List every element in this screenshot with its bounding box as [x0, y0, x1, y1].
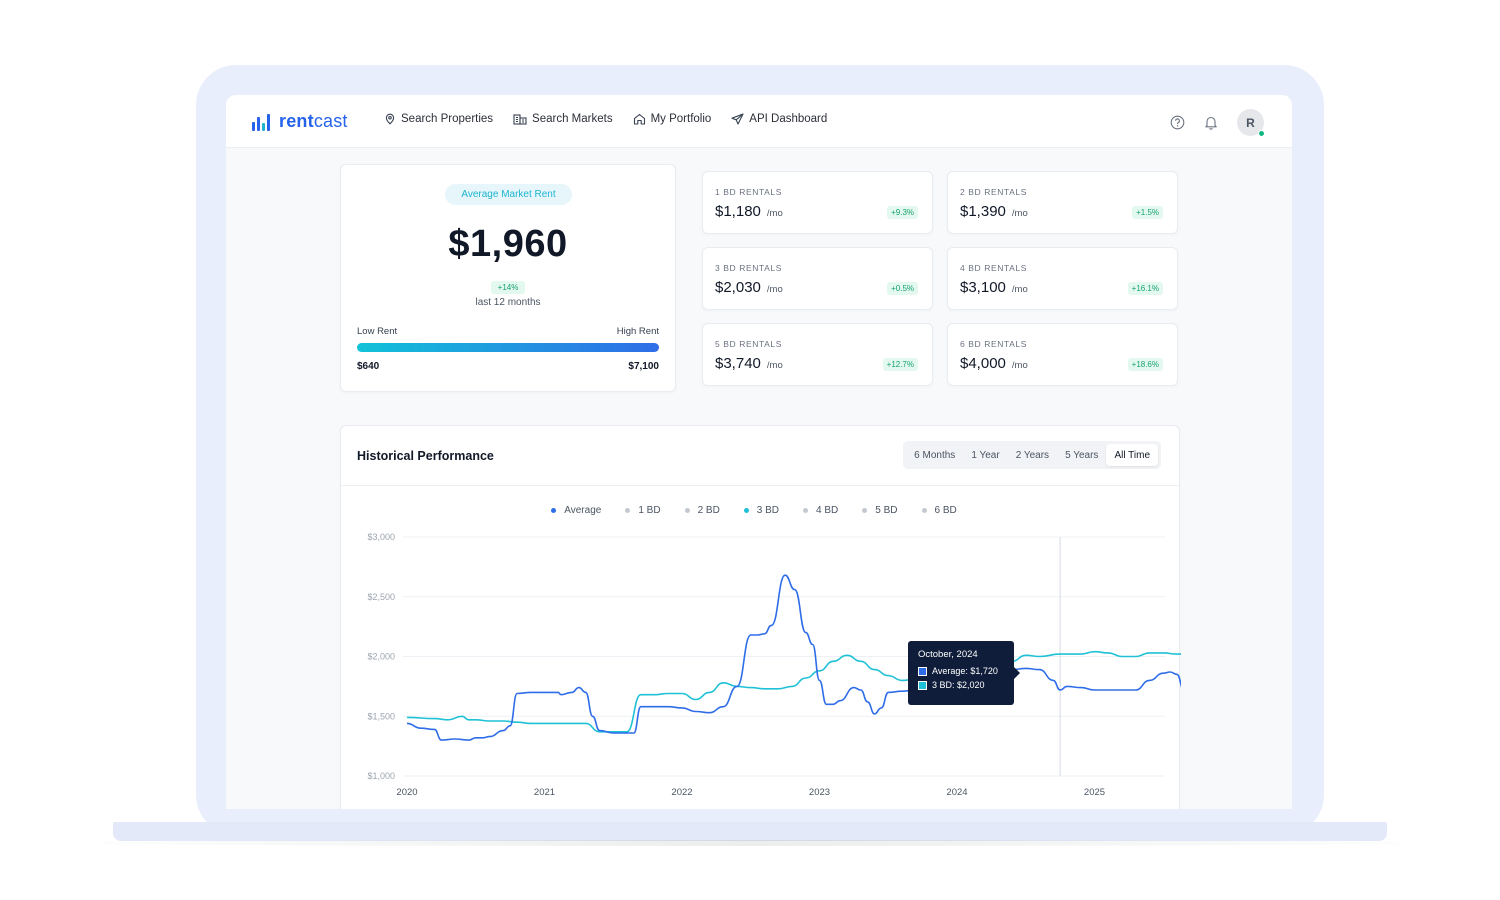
rentcast-logo[interactable]: rentcast: [252, 111, 348, 132]
average-rent-card: Average Market Rent $1,960 +14% last 12 …: [340, 164, 676, 392]
historical-performance-card: Historical Performance 6 Months 1 Year 2…: [340, 425, 1181, 809]
bedroom-value: $3,100/mo: [960, 279, 1028, 296]
user-avatar[interactable]: R: [1237, 109, 1265, 137]
top-right-actions: R: [1169, 109, 1265, 137]
bedroom-card-4bd[interactable]: 4 BD RENTALS $3,100/mo +16.1%: [947, 247, 1178, 310]
high-rent-label: High Rent: [616, 326, 659, 337]
notifications-button[interactable]: [1203, 115, 1219, 131]
tooltip-row-label: Average: $1,720: [932, 666, 998, 676]
bedroom-change-badge: +0.5%: [887, 282, 918, 295]
x-tick-label: 2021: [534, 787, 555, 798]
x-tick-label: 2020: [396, 787, 417, 798]
bedroom-label: 4 BD RENTALS: [960, 263, 1028, 273]
tooltip-swatch: [918, 666, 927, 676]
bedroom-change-badge: +12.7%: [882, 358, 918, 371]
bedroom-value: $2,030/mo: [715, 279, 783, 296]
average-rent-value: $1,960: [448, 223, 568, 265]
avatar-initial: R: [1246, 115, 1255, 130]
chart-tooltip: October, 2024 Average: $1,720 3 BD: $2,0…: [908, 641, 1020, 705]
online-status-dot: [1258, 130, 1265, 137]
top-navigation-bar: rentcast Search Properties Search Market…: [226, 95, 1292, 148]
bars-logo-icon: [252, 113, 270, 131]
y-tick-label: $2,000: [367, 652, 395, 662]
series-line-average: [406, 574, 1181, 741]
send-icon: [731, 113, 744, 125]
nav-search-markets[interactable]: Search Markets: [513, 113, 613, 125]
nav-label: API Dashboard: [749, 113, 828, 125]
tooltip-row-average: Average: $1,720: [918, 666, 1004, 676]
bedroom-label: 1 BD RENTALS: [715, 187, 783, 197]
help-circle-icon: [1170, 115, 1184, 130]
bedroom-label: 6 BD RENTALS: [960, 339, 1028, 349]
bedroom-change-badge: +16.1%: [1127, 282, 1163, 295]
nav-search-properties[interactable]: Search Properties: [384, 113, 493, 125]
low-rent-value: $640: [357, 361, 380, 372]
buildings-icon: [513, 114, 527, 125]
bedroom-value: $4,000/mo: [960, 355, 1028, 372]
tooltip-row-3bd: 3 BD: $2,020: [918, 680, 1004, 690]
main-nav: Search Properties Search Markets My Port…: [384, 113, 827, 125]
bedroom-value: $1,180/mo: [715, 203, 783, 220]
bedroom-card-1bd[interactable]: 1 BD RENTALS $1,180/mo +9.3%: [702, 171, 933, 234]
bedroom-label: 5 BD RENTALS: [715, 339, 783, 349]
nav-label: Search Markets: [532, 113, 613, 125]
change-period-label: last 12 months: [475, 297, 541, 308]
help-button[interactable]: [1169, 115, 1185, 131]
y-tick-label: $3,000: [367, 532, 395, 542]
home-icon: [633, 113, 645, 125]
tooltip-title: October, 2024: [918, 649, 978, 660]
y-tick-label: $2,500: [367, 592, 395, 602]
tooltip-swatch: [918, 680, 927, 690]
app-screen: rentcast Search Properties Search Market…: [226, 95, 1292, 809]
nav-label: Search Properties: [401, 113, 494, 125]
rent-range-bar: [357, 343, 659, 352]
bedroom-card-2bd[interactable]: 2 BD RENTALS $1,390/mo +1.5%: [947, 171, 1178, 234]
bedroom-change-badge: +18.6%: [1127, 358, 1163, 371]
bedroom-value: $1,390/mo: [960, 203, 1028, 220]
bedroom-label: 3 BD RENTALS: [715, 263, 783, 273]
x-tick-label: 2023: [809, 787, 830, 798]
laptop-shadow: [40, 840, 1460, 846]
bedroom-change-badge: +9.3%: [887, 206, 918, 219]
series-line-3-bd: [406, 650, 1181, 733]
logo-wordmark: rentcast: [279, 111, 348, 131]
x-tick-label: 2025: [1084, 787, 1105, 798]
y-tick-label: $1,000: [367, 771, 395, 781]
bedroom-card-6bd[interactable]: 6 BD RENTALS $4,000/mo +18.6%: [947, 323, 1178, 386]
nav-my-portfolio[interactable]: My Portfolio: [633, 113, 712, 125]
line-chart: $1,000 $1,500 $2,000 $2,500 $3,000 2020 2021 20…: [367, 532, 1181, 798]
bedroom-card-3bd[interactable]: 3 BD RENTALS $2,030/mo +0.5%: [702, 247, 933, 310]
bedroom-change-badge: +1.5%: [1132, 206, 1163, 219]
x-tick-label: 2022: [671, 787, 692, 798]
average-market-rent-pill: Average Market Rent: [445, 184, 572, 205]
nav-api-dashboard[interactable]: API Dashboard: [731, 113, 827, 125]
bedroom-label: 2 BD RENTALS: [960, 187, 1028, 197]
high-rent-value: $7,100: [628, 361, 659, 372]
x-tick-label: 2024: [946, 787, 967, 798]
y-tick-label: $1,500: [367, 711, 395, 721]
rent-change-badge: +14%: [491, 281, 525, 294]
bell-icon: [1205, 116, 1217, 130]
tooltip-row-label: 3 BD: $2,020: [932, 680, 985, 690]
bedroom-card-5bd[interactable]: 5 BD RENTALS $3,740/mo +12.7%: [702, 323, 933, 386]
bedroom-value: $3,740/mo: [715, 355, 783, 372]
nav-label: My Portfolio: [650, 113, 712, 125]
laptop-base: [113, 822, 1387, 841]
low-rent-label: Low Rent: [357, 326, 398, 337]
map-pin-icon: [385, 113, 395, 125]
